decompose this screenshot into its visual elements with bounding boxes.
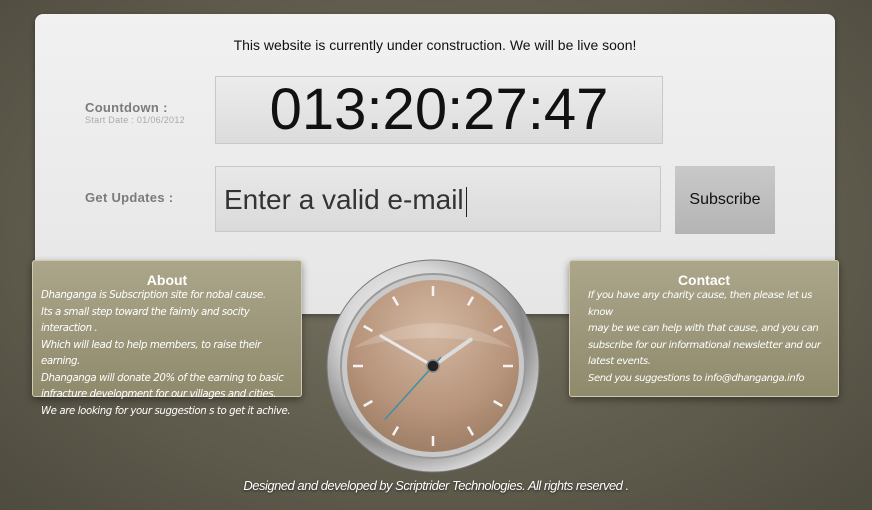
contact-line: Send you suggestions to info@dhanganga.i…	[588, 372, 805, 384]
about-line: Dhanganga is Subscription site for nobal…	[41, 290, 266, 301]
footer-text: Designed and developed by Scriptrider Te…	[243, 478, 629, 493]
countdown-display: 013:20:27:47	[215, 76, 663, 144]
about-line: Which will lead to help members, to rais…	[41, 339, 261, 368]
about-title: About	[146, 272, 188, 288]
contact-line: subscribe for our informational newslett…	[588, 339, 821, 351]
email-value: Enter a valid e-mail	[224, 184, 464, 215]
about-line: We are looking for your suggestion s to …	[41, 405, 291, 417]
analog-clock-icon	[326, 259, 540, 473]
contact-card: Contact If you have any charity cause, t…	[569, 260, 839, 397]
get-updates-label: Get Updates :	[85, 190, 174, 205]
about-line: Dhanganga will donate 20% of the earning…	[41, 372, 284, 384]
email-input[interactable]: Enter a valid e-mail	[215, 166, 661, 232]
contact-line: latest events.	[588, 356, 651, 367]
contact-line: If you have any charity cause, then plea…	[588, 290, 812, 318]
start-date: Start Date : 01/06/2012	[85, 115, 185, 125]
construction-notice: This website is currently under construc…	[233, 37, 637, 53]
about-line: infracture development for our villages …	[41, 389, 276, 400]
about-line: Its a small step toward the faimly and s…	[41, 306, 250, 335]
subscribe-button[interactable]: Subscribe	[675, 166, 775, 234]
contact-line: may be we can help with that cause, and …	[588, 323, 819, 334]
countdown-label: Countdown :	[85, 100, 168, 115]
contact-text: If you have any charity cause, then plea…	[570, 288, 838, 387]
clock-center-pin	[426, 359, 440, 373]
contact-title: Contact	[677, 272, 731, 288]
about-text: Dhanganga is Subscription site for nobal…	[33, 288, 301, 420]
text-caret	[465, 186, 467, 217]
about-card: About Dhanganga is Subscription site for…	[32, 260, 302, 417]
